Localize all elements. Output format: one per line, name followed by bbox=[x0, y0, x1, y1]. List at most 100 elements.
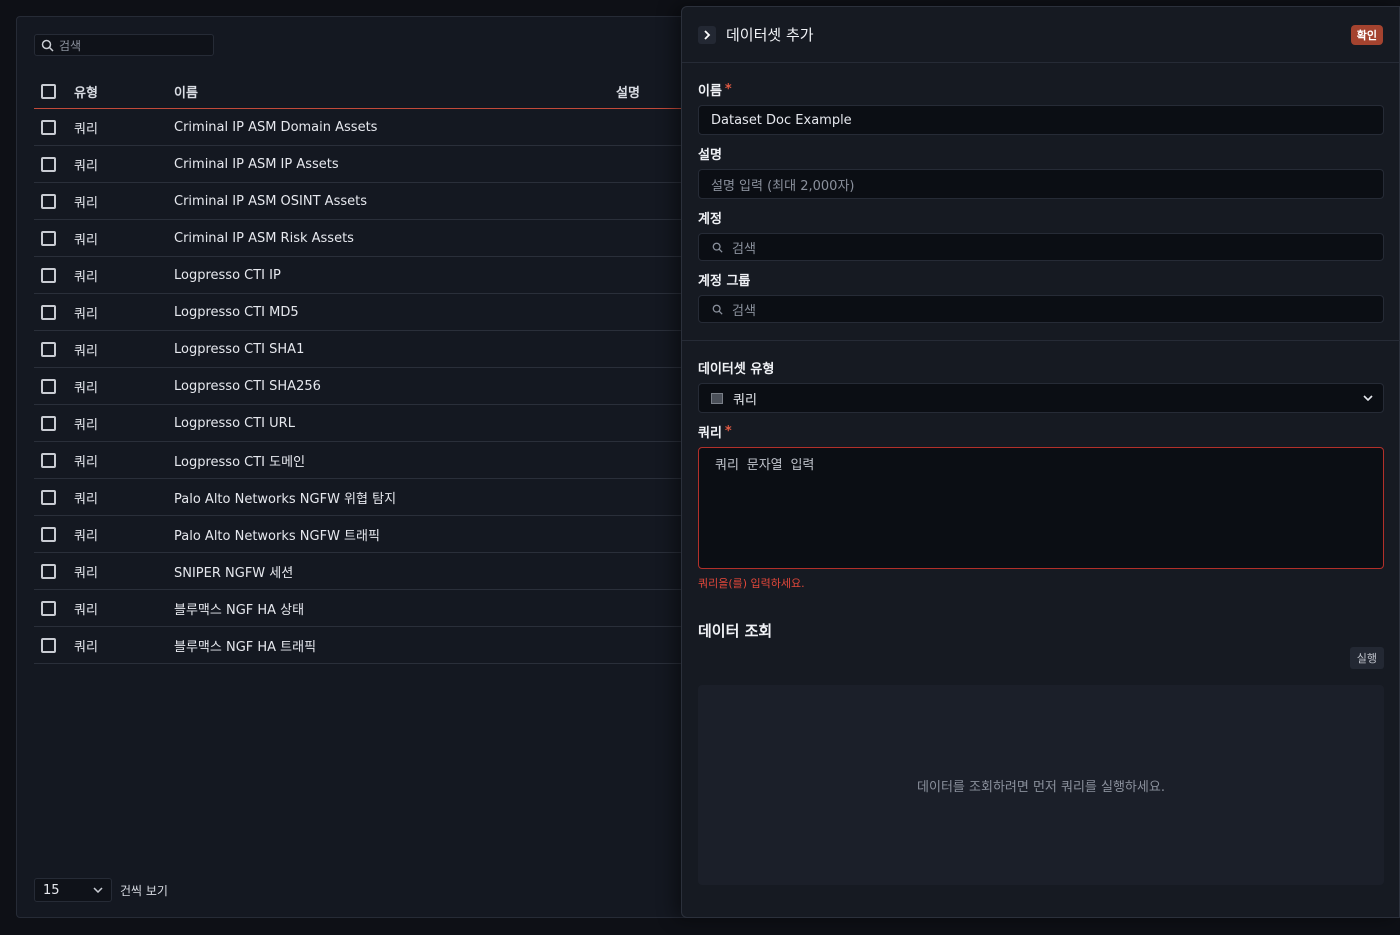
table-row[interactable]: 쿼리 Logpresso CTI MD5 bbox=[34, 294, 682, 331]
row-type: 쿼리 bbox=[74, 269, 98, 285]
row-name[interactable]: 블루맥스 NGF HA 상태 bbox=[174, 599, 616, 618]
row-type: 쿼리 bbox=[74, 528, 98, 544]
row-name[interactable]: Criminal IP ASM OSINT Assets bbox=[174, 194, 616, 209]
row-checkbox[interactable] bbox=[41, 415, 56, 431]
row-name[interactable]: Palo Alto Networks NGFW 트래픽 bbox=[174, 525, 616, 544]
row-name[interactable]: Logpresso CTI MD5 bbox=[174, 305, 616, 320]
dataset-type-label: 데이터셋 유형 bbox=[698, 361, 775, 377]
account-search-placeholder: 검색 bbox=[732, 241, 756, 257]
row-type: 쿼리 bbox=[74, 232, 98, 248]
run-button[interactable]: 실행 bbox=[1349, 647, 1384, 669]
row-name[interactable]: Logpresso CTI SHA1 bbox=[174, 342, 616, 357]
table-row[interactable]: 쿼리 블루맥스 NGF HA 상태 bbox=[34, 590, 682, 627]
account-group-label: 계정 그룹 bbox=[698, 273, 751, 289]
row-checkbox[interactable] bbox=[41, 304, 56, 320]
name-label-text: 이름 bbox=[698, 83, 722, 99]
select-all-checkbox[interactable] bbox=[41, 84, 56, 99]
row-name[interactable]: Logpresso CTI IP bbox=[174, 268, 616, 283]
query-label: 쿼리 * bbox=[698, 421, 1384, 441]
row-checkbox[interactable] bbox=[41, 452, 56, 468]
row-name[interactable]: Criminal IP ASM IP Assets bbox=[174, 157, 616, 172]
search-icon bbox=[712, 304, 723, 315]
account-search-input[interactable]: 검색 bbox=[698, 233, 1384, 261]
query-error-message: 쿼리을(를) 입력하세요. bbox=[698, 577, 805, 590]
dataset-list-panel: 검색 유형 이름 설명 쿼리 Criminal IP ASM Domain Ass… bbox=[16, 16, 716, 918]
confirm-button[interactable]: 확인 bbox=[1350, 24, 1383, 45]
list-search-input[interactable]: 검색 bbox=[34, 34, 214, 56]
result-area: 데이터를 조회하려면 먼저 쿼리를 실행하세요. bbox=[698, 685, 1384, 885]
row-checkbox[interactable] bbox=[41, 267, 56, 283]
row-checkbox[interactable] bbox=[41, 230, 56, 246]
name-label: 이름 * bbox=[698, 79, 1384, 99]
column-header-type[interactable]: 유형 bbox=[74, 82, 174, 101]
query-label-text: 쿼리 bbox=[698, 425, 722, 441]
row-checkbox[interactable] bbox=[41, 156, 56, 172]
drawer-header: 데이터셋 추가 확인 bbox=[682, 7, 1399, 63]
row-checkbox[interactable] bbox=[41, 193, 56, 209]
row-type: 쿼리 bbox=[74, 306, 98, 322]
name-input-value: Dataset Doc Example bbox=[711, 112, 852, 128]
description-input[interactable]: 설명 입력 (최대 2,000자) bbox=[698, 169, 1384, 199]
list-search-placeholder: 검색 bbox=[59, 38, 82, 53]
page-size-label: 건씩 보기 bbox=[120, 883, 168, 898]
row-checkbox[interactable] bbox=[41, 637, 56, 653]
row-name[interactable]: Criminal IP ASM Risk Assets bbox=[174, 231, 616, 246]
row-name[interactable]: Logpresso CTI SHA256 bbox=[174, 379, 616, 394]
row-type: 쿼리 bbox=[74, 639, 98, 655]
row-type: 쿼리 bbox=[74, 454, 98, 470]
row-checkbox[interactable] bbox=[41, 378, 56, 394]
row-type: 쿼리 bbox=[74, 565, 98, 581]
account-group-search-placeholder: 검색 bbox=[732, 303, 756, 319]
table-row[interactable]: 쿼리 Logpresso CTI IP bbox=[34, 257, 682, 294]
page-size-select[interactable]: 15 bbox=[34, 878, 112, 902]
table-row[interactable]: 쿼리 Palo Alto Networks NGFW 트래픽 bbox=[34, 516, 682, 553]
column-header-name[interactable]: 이름 bbox=[174, 82, 616, 101]
row-type: 쿼리 bbox=[74, 602, 98, 618]
required-marker: * bbox=[724, 423, 732, 439]
search-icon bbox=[41, 39, 54, 52]
query-placeholder: 쿼리 문자열 입력 bbox=[715, 458, 815, 473]
required-marker: * bbox=[724, 81, 732, 97]
row-name[interactable]: Criminal IP ASM Domain Assets bbox=[174, 120, 616, 135]
divider bbox=[682, 340, 1400, 341]
row-checkbox[interactable] bbox=[41, 600, 56, 616]
row-name[interactable]: Logpresso CTI 도메인 bbox=[174, 451, 616, 470]
table-row[interactable]: 쿼리 Logpresso CTI SHA1 bbox=[34, 331, 682, 368]
chevron-down-icon bbox=[93, 887, 103, 893]
table-body: 쿼리 Criminal IP ASM Domain Assets 쿼리 Crimina… bbox=[34, 109, 682, 664]
row-type: 쿼리 bbox=[74, 343, 98, 359]
row-checkbox[interactable] bbox=[41, 526, 56, 542]
account-group-search-input[interactable]: 검색 bbox=[698, 295, 1384, 323]
row-name[interactable]: 블루맥스 NGF HA 트래픽 bbox=[174, 636, 616, 655]
add-dataset-drawer: 데이터셋 추가 확인 이름 * Dataset Doc Example 설명 설명… bbox=[681, 6, 1400, 918]
search-icon bbox=[712, 242, 723, 253]
table-row[interactable]: 쿼리 Logpresso CTI 도메인 bbox=[34, 442, 682, 479]
description-placeholder: 설명 입력 (최대 2,000자) bbox=[711, 178, 855, 194]
dataset-type-select[interactable]: 쿼리 bbox=[698, 383, 1384, 413]
row-checkbox[interactable] bbox=[41, 119, 56, 135]
column-header-description[interactable]: 설명 bbox=[616, 82, 682, 101]
table-row[interactable]: 쿼리 Logpresso CTI SHA256 bbox=[34, 368, 682, 405]
name-input[interactable]: Dataset Doc Example bbox=[698, 105, 1384, 135]
collapse-drawer-button[interactable] bbox=[698, 25, 716, 44]
account-label: 계정 bbox=[698, 211, 722, 227]
data-view-title: 데이터 조회 bbox=[698, 622, 773, 640]
row-checkbox[interactable] bbox=[41, 563, 56, 579]
table-row[interactable]: 쿼리 Palo Alto Networks NGFW 위협 탐지 bbox=[34, 479, 682, 516]
row-checkbox[interactable] bbox=[41, 341, 56, 357]
row-name[interactable]: Palo Alto Networks NGFW 위협 탐지 bbox=[174, 488, 616, 507]
row-name[interactable]: Logpresso CTI URL bbox=[174, 416, 616, 431]
table-row[interactable]: 쿼리 Criminal IP ASM Risk Assets bbox=[34, 220, 682, 257]
row-checkbox[interactable] bbox=[41, 489, 56, 505]
table-row[interactable]: 쿼리 Criminal IP ASM IP Assets bbox=[34, 146, 682, 183]
row-type: 쿼리 bbox=[74, 380, 98, 396]
query-textarea[interactable]: 쿼리 문자열 입력 bbox=[698, 447, 1384, 569]
table-row[interactable]: 쿼리 SNIPER NGFW 세션 bbox=[34, 553, 682, 590]
table-row[interactable]: 쿼리 Logpresso CTI URL bbox=[34, 405, 682, 442]
data-view-section: 데이터 조회 실행 데이터를 조회하려면 먼저 쿼리를 실행하세요. bbox=[698, 620, 1384, 890]
table-row[interactable]: 쿼리 Criminal IP ASM OSINT Assets bbox=[34, 183, 682, 220]
row-name[interactable]: SNIPER NGFW 세션 bbox=[174, 562, 616, 581]
table-row[interactable]: 쿼리 블루맥스 NGF HA 트래픽 bbox=[34, 627, 682, 664]
drawer-title: 데이터셋 추가 bbox=[726, 26, 814, 44]
table-row[interactable]: 쿼리 Criminal IP ASM Domain Assets bbox=[34, 109, 682, 146]
